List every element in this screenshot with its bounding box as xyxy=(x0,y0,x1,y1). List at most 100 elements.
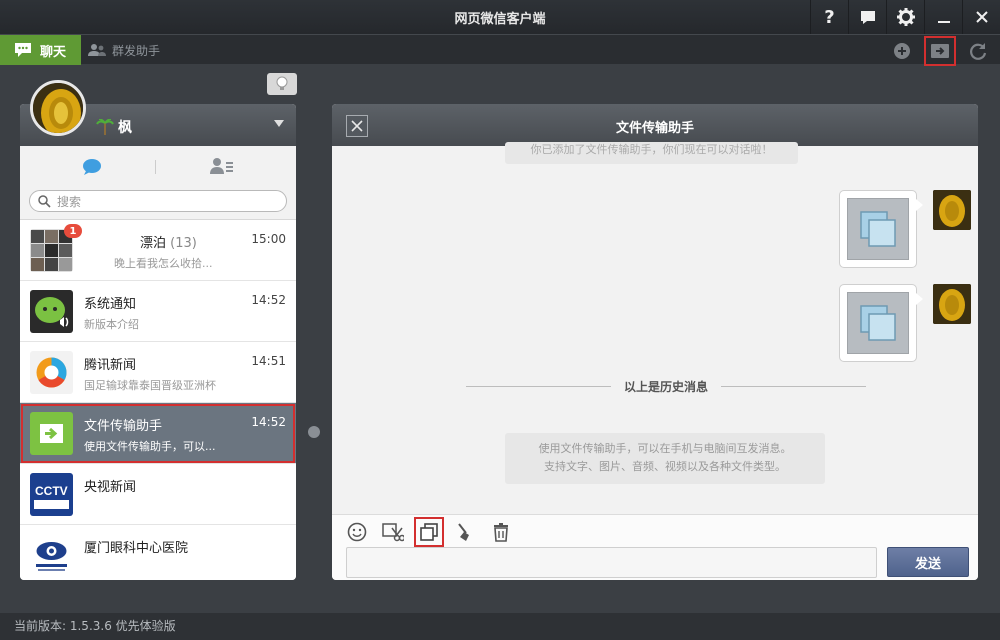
close-icon xyxy=(975,11,988,23)
file-message[interactable] xyxy=(839,190,923,268)
refresh-button[interactable] xyxy=(964,38,992,64)
list-item[interactable]: CCTV 央视新闻 xyxy=(20,464,296,525)
list-item-file-transfer[interactable]: 文件传输助手 使用文件传输助手，可以... 14:52 xyxy=(20,403,296,464)
subtab-contacts[interactable] xyxy=(210,157,234,179)
panel-resize-handle[interactable] xyxy=(308,426,320,438)
redacted-block xyxy=(84,230,140,248)
conversation-preview: 新版本介绍 xyxy=(84,318,139,331)
add-contact-button[interactable] xyxy=(888,38,916,64)
chat-header: 文件传输助手 xyxy=(332,104,978,146)
gear-icon xyxy=(896,8,915,26)
conversation-name: 漂泊 (13) xyxy=(140,236,197,251)
search-placeholder: 搜索 xyxy=(57,194,82,209)
window-controls: ? xyxy=(810,0,1000,34)
file-transfer-icon xyxy=(931,44,949,58)
tencent-news-icon xyxy=(30,351,73,394)
tab-chat[interactable]: 聊天 xyxy=(0,35,81,65)
bubble-tail xyxy=(916,199,923,211)
history-divider: 以上是历史消息 xyxy=(466,378,866,394)
minimize-button[interactable] xyxy=(924,0,962,34)
chat-bubble-icon xyxy=(83,159,101,175)
speech-bubble-icon xyxy=(860,10,875,24)
conversation-panel: 枫 搜索 1 漂泊 (13) 晚上看我怎么收拾... 15:00 系统通知 新版… xyxy=(20,104,296,580)
svg-text:CCTV: CCTV xyxy=(35,484,68,498)
refresh-icon xyxy=(970,43,987,60)
eye-logo-icon xyxy=(30,534,73,577)
profile-name[interactable]: 枫 xyxy=(96,117,132,137)
conversation-preview: 晚上看我怎么收拾... xyxy=(114,257,213,270)
conversation-preview: 使用文件传输助手，可以... xyxy=(84,440,216,453)
message-input[interactable] xyxy=(346,547,877,578)
conversation-name: 厦门眼科中心医院 xyxy=(84,541,189,556)
sender-avatar[interactable] xyxy=(933,190,971,230)
conversation-name: 文件传输助手 xyxy=(84,419,163,434)
chat-panel: 文件传输助手 你已添加了文件传输助手，你们现在可以对话啦！ 以上是历史消息 使用… xyxy=(332,104,978,580)
conversation-preview: 国足输球靠泰国晋级亚洲杯 xyxy=(84,379,216,392)
panel-subtabs xyxy=(20,146,296,186)
broom-icon xyxy=(458,523,469,541)
settings-button[interactable] xyxy=(886,0,924,34)
system-message-line: 使用文件传输助手，可以在手机与电脑间互发消息。 xyxy=(538,442,792,455)
conversation-time: 14:52 xyxy=(251,415,286,429)
help-button[interactable]: ? xyxy=(810,0,848,34)
smiley-icon xyxy=(347,522,367,542)
list-item[interactable]: 1 漂泊 (13) 晚上看我怎么收拾... 15:00 xyxy=(20,220,296,281)
send-button[interactable]: 发送 xyxy=(887,547,969,577)
file-transfer-button[interactable] xyxy=(924,36,956,66)
cctv-news-avatar: CCTV xyxy=(30,473,73,516)
main-toolbar: 聊天 群发助手 xyxy=(0,34,1000,66)
screenshot-button[interactable] xyxy=(380,519,406,545)
system-message: 使用文件传输助手，可以在手机与电脑间互发消息。 支持文字、图片、音频、视频以及各… xyxy=(505,433,825,484)
system-message: 你已添加了文件传输助手，你们现在可以对话啦！ xyxy=(505,142,798,164)
hospital-avatar xyxy=(30,534,73,577)
clear-button[interactable] xyxy=(452,519,478,545)
file-transfer-avatar xyxy=(30,412,73,455)
subtab-divider xyxy=(155,160,156,174)
emoji-button[interactable] xyxy=(344,519,370,545)
file-transfer-icon xyxy=(30,412,73,455)
composer-toolbar xyxy=(344,517,514,547)
contacts-icon xyxy=(210,158,233,174)
send-file-button[interactable] xyxy=(414,517,444,547)
list-item[interactable]: 腾讯新闻 国足输球靠泰国晋级亚洲杯 14:51 xyxy=(20,342,296,403)
minimize-icon xyxy=(937,21,950,23)
search-icon xyxy=(38,194,51,208)
question-icon: ? xyxy=(824,6,835,28)
plus-circle-icon xyxy=(894,43,910,59)
avatar-image xyxy=(933,284,971,324)
tab-mass-send[interactable]: 群发助手 xyxy=(88,35,160,65)
system-notify-avatar xyxy=(30,290,73,333)
profile-avatar[interactable] xyxy=(30,80,86,136)
list-item[interactable]: 系统通知 新版本介绍 14:52 xyxy=(20,281,296,342)
sender-avatar[interactable] xyxy=(933,284,971,324)
system-notify-icon xyxy=(30,290,73,333)
conversation-time: 15:00 xyxy=(251,232,286,246)
file-thumbnail xyxy=(847,198,909,260)
close-button[interactable] xyxy=(962,0,1000,34)
subtab-conversations[interactable] xyxy=(82,158,102,180)
status-bar: 当前版本: 1.5.3.6 优先体验版 xyxy=(0,613,1000,640)
profile-menu-arrow-icon[interactable] xyxy=(274,120,284,127)
file-thumbnail xyxy=(847,292,909,354)
copy-icon xyxy=(860,211,896,247)
search-input[interactable]: 搜索 xyxy=(29,190,287,212)
cctv-news-icon: CCTV xyxy=(30,473,73,516)
divider-line xyxy=(721,386,866,387)
lightbulb-icon xyxy=(276,76,288,90)
users-icon xyxy=(88,44,106,56)
system-message-line: 支持文字、图片、音频、视频以及各种文件类型。 xyxy=(544,460,786,473)
tips-button[interactable] xyxy=(267,73,297,95)
avatar-image xyxy=(933,190,971,230)
conversation-name: 腾讯新闻 xyxy=(84,358,137,373)
file-message[interactable] xyxy=(839,284,923,362)
list-item[interactable]: 厦门眼科中心医院 xyxy=(20,525,296,580)
conversation-name: 系统通知 xyxy=(84,297,137,312)
tencent-news-avatar xyxy=(30,351,73,394)
conversation-name: 央视新闻 xyxy=(84,480,137,495)
bubble-tail xyxy=(916,293,923,305)
delete-button[interactable] xyxy=(488,519,514,545)
toolbar-actions xyxy=(888,36,992,66)
version-text: 当前版本: 1.5.3.6 优先体验版 xyxy=(14,619,176,633)
feedback-button[interactable] xyxy=(848,0,886,34)
trash-icon xyxy=(494,523,508,542)
